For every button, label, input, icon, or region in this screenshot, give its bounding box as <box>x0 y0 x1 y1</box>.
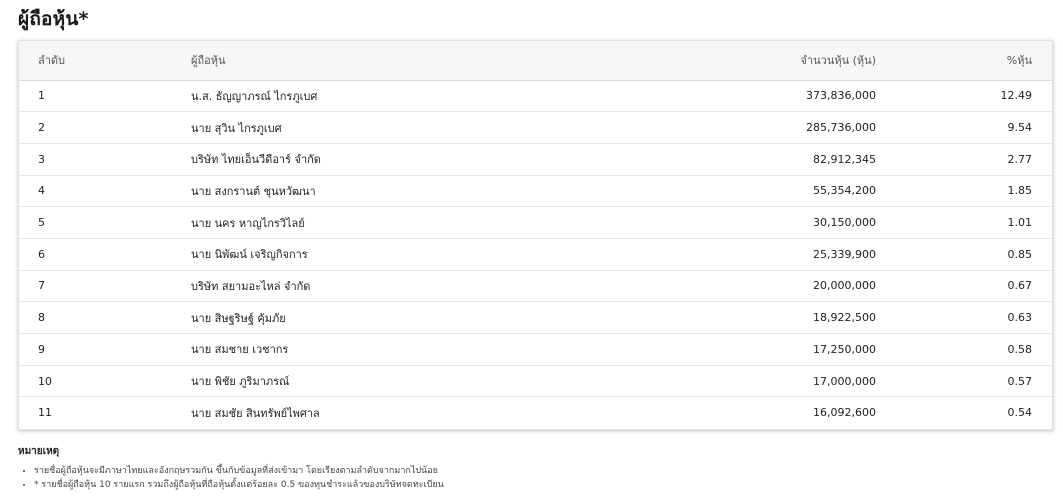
cell-percent: 9.54 <box>876 111 1052 144</box>
shareholders-table-card: ลำดับ ผู้ถือหุ้น จำนวนหุ้น (หุ้น) %หุ้น … <box>18 40 1053 430</box>
cell-shareholder: นาย สมชัย สินทรัพย์ไพศาล <box>191 406 320 420</box>
cell-shareholder: บริษัท สยามอะไหล่ จำกัด <box>191 270 691 303</box>
cell-rank: 4 <box>19 175 191 208</box>
cell-shares: 285,736,000 <box>691 111 876 144</box>
table-row: 2 นาย สุวิน ไกรภูเบศ 285,736,000 9.54 <box>19 111 1052 144</box>
cell-shares: 25,339,900 <box>691 238 876 271</box>
cell-shareholder: นาย นคร หาญไกรวิไลย์ <box>191 206 691 239</box>
note-item: * รายชื่อผู้ถือหุ้น 10 รายแรก รวมถึงผู้ถ… <box>34 478 1048 492</box>
cell-shares: 17,000,000 <box>691 365 876 398</box>
cell-rank: 3 <box>19 143 191 176</box>
cell-shareholder: บริษัท ไทยเอ็นวีดีอาร์ จำกัด <box>191 143 691 176</box>
cell-percent: 0.54 <box>1007 406 1033 420</box>
cell-percent: 1.01 <box>876 206 1052 239</box>
table-header-row: ลำดับ ผู้ถือหุ้น จำนวนหุ้น (หุ้น) %หุ้น <box>19 41 1052 81</box>
table-row: 9 นาย สมชาย เวชากร 17,250,000 0.58 <box>19 333 1052 366</box>
cell-percent: 1.85 <box>876 175 1052 208</box>
note-item: รายชื่อผู้ถือหุ้นจะมีภาษาไทยและอังกฤษรวม… <box>34 464 1048 478</box>
table-row: 6 นาย นิพัฒน์ เจริญกิจการ 25,339,900 0.85 <box>19 238 1052 271</box>
cell-shares: 18,922,500 <box>691 301 876 334</box>
cell-rank: 8 <box>19 301 191 334</box>
cell-shares: 17,250,000 <box>691 333 876 366</box>
cell-rank: 2 <box>19 111 191 144</box>
cell-shareholder: นาย สุวิน ไกรภูเบศ <box>191 111 691 144</box>
table-row: 3 บริษัท ไทยเอ็นวีดีอาร์ จำกัด 82,912,345 2… <box>19 143 1052 176</box>
cell-shares: 20,000,000 <box>691 270 876 303</box>
cell-shareholder: น.ส. ธัญญาภรณ์ ไกรภูเบศ <box>191 80 691 113</box>
cell-percent: 0.58 <box>876 333 1052 366</box>
table-row: 4 นาย สงกรานต์ ชุนหวัฒนา 55,354,200 1.85 <box>19 175 1052 208</box>
cell-shares: 30,150,000 <box>691 206 876 239</box>
cell-shareholder: นาย สงกรานต์ ชุนหวัฒนา <box>191 175 691 208</box>
notes-section: หมายเหตุ รายชื่อผู้ถือหุ้นจะมีภาษาไทยและ… <box>18 444 1048 492</box>
cell-shares: 16,092,600 <box>813 406 876 420</box>
cell-rank: 9 <box>19 333 191 366</box>
table-row: 1 น.ส. ธัญญาภรณ์ ไกรภูเบศ 373,836,000 12.49 <box>19 80 1052 113</box>
header-shareholder: ผู้ถือหุ้น <box>191 41 691 81</box>
table-row: 7 บริษัท สยามอะไหล่ จำกัด 20,000,000 0.67 <box>19 270 1052 303</box>
cell-rank: 11 <box>38 406 52 420</box>
cell-percent: 2.77 <box>876 143 1052 176</box>
table-row: 5 นาย นคร หาญไกรวิไลย์ 30,150,000 1.01 <box>19 206 1052 239</box>
cell-rank: 6 <box>19 238 191 271</box>
header-shares: จำนวนหุ้น (หุ้น) <box>691 41 876 81</box>
header-percent: %หุ้น <box>876 41 1052 81</box>
table-row: 10 นาย พิชัย ภูริมาภรณ์ 17,000,000 0.57 <box>19 365 1052 398</box>
cell-percent: 0.85 <box>876 238 1052 271</box>
table-row: 8 นาย สิษฐริษฐ์ คุ้มภัย 18,922,500 0.63 <box>19 301 1052 334</box>
cell-percent: 0.67 <box>876 270 1052 303</box>
cell-percent: 0.63 <box>876 301 1052 334</box>
cell-shareholder: นาย พิชัย ภูริมาภรณ์ <box>191 365 691 398</box>
cell-shareholder: นาย นิพัฒน์ เจริญกิจการ <box>191 238 691 271</box>
shareholders-table: ลำดับ ผู้ถือหุ้น จำนวนหุ้น (หุ้น) %หุ้น … <box>19 41 1052 429</box>
cell-percent: 12.49 <box>876 80 1052 113</box>
page-title: ผู้ถือหุ้น* <box>18 8 89 30</box>
cell-shareholder: นาย สมชาย เวชากร <box>191 333 691 366</box>
header-rank: ลำดับ <box>19 41 191 81</box>
cell-rank: 1 <box>19 80 191 113</box>
cell-shares: 55,354,200 <box>691 175 876 208</box>
cell-rank: 10 <box>19 365 191 398</box>
cell-rank: 7 <box>19 270 191 303</box>
cell-shareholder: นาย สิษฐริษฐ์ คุ้มภัย <box>191 301 691 334</box>
cell-shares: 373,836,000 <box>691 80 876 113</box>
cell-shares: 82,912,345 <box>691 143 876 176</box>
cell-percent: 0.57 <box>876 365 1052 398</box>
notes-list: รายชื่อผู้ถือหุ้นจะมีภาษาไทยและอังกฤษรวม… <box>18 464 1048 492</box>
notes-title: หมายเหตุ <box>18 446 60 457</box>
cell-rank: 5 <box>19 206 191 239</box>
table-row: 11 นาย สมชัย สินทรัพย์ไพศาล 16,092,600 0.54 <box>19 397 1052 429</box>
